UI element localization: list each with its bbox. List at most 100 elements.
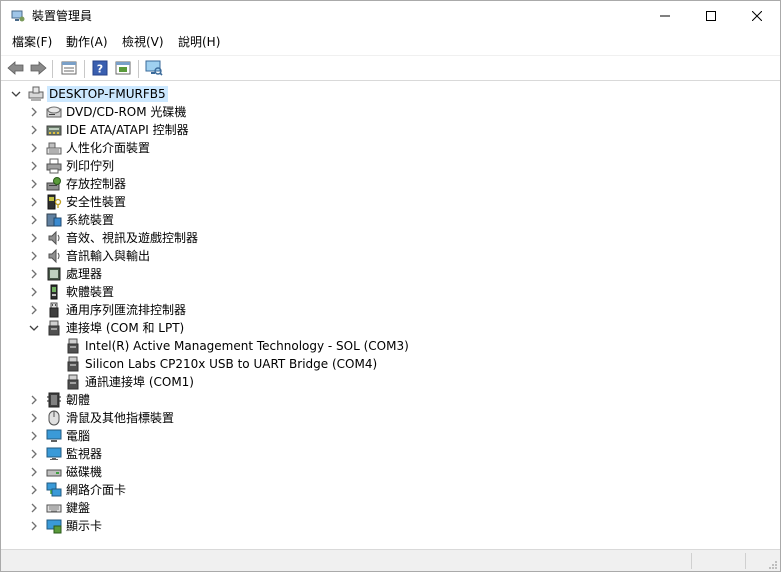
device-tree[interactable]: DESKTOP-FMURFB5 DVD/CD-ROM 光碟機 IDE ATA/AT… — [1, 83, 780, 547]
toolbar-separator — [84, 60, 85, 78]
chevron-right-icon[interactable] — [28, 394, 40, 406]
chevron-down-icon[interactable] — [10, 88, 22, 100]
firmware-icon — [46, 392, 62, 408]
tree-item-label: 電腦 — [66, 429, 91, 443]
tree-category-item[interactable]: 顯示卡 — [1, 517, 701, 535]
device-manager-window: 裝置管理員 檔案(F) 動作(A) 檢視(V) 說明(H) ? DESKTOP-… — [0, 0, 781, 572]
status-bar — [1, 549, 780, 571]
toolbar-separator — [138, 60, 139, 78]
tree-category-item[interactable]: 音訊輸入與輸出 — [1, 247, 701, 265]
chevron-right-icon[interactable] — [28, 178, 40, 190]
title-bar[interactable]: 裝置管理員 — [1, 1, 780, 31]
tree-item-label: 連接埠 (COM 和 LPT) — [66, 321, 185, 335]
scan-hardware-button[interactable] — [143, 58, 165, 80]
disk-drive-icon — [46, 464, 62, 480]
chevron-right-icon[interactable] — [28, 286, 40, 298]
tree-item-label: 系統裝置 — [66, 213, 115, 227]
chevron-right-icon[interactable] — [28, 448, 40, 460]
tree-category-item[interactable]: 連接埠 (COM 和 LPT) — [1, 319, 701, 337]
tree-device-item[interactable]: Intel(R) Active Management Technology - … — [1, 337, 701, 355]
chevron-right-icon[interactable] — [28, 142, 40, 154]
tree-category-item[interactable]: 電腦 — [1, 427, 701, 445]
tree-category-item[interactable]: DVD/CD-ROM 光碟機 — [1, 103, 701, 121]
minimize-button[interactable] — [642, 1, 688, 31]
tree-item-label: 顯示卡 — [66, 519, 103, 533]
scan-hardware-icon — [145, 60, 163, 79]
tree-item-label: 列印佇列 — [66, 159, 115, 173]
tree-device-item[interactable]: 通訊連接埠 (COM1) — [1, 373, 701, 391]
back-button[interactable] — [5, 58, 27, 80]
tree-root[interactable]: DESKTOP-FMURFB5 — [1, 85, 701, 103]
chevron-right-icon[interactable] — [28, 214, 40, 226]
tree-category-item[interactable]: 存放控制器 — [1, 175, 701, 193]
tree-item-label: 軟體裝置 — [66, 285, 115, 299]
tree-category-item[interactable]: 通用序列匯流排控制器 — [1, 301, 701, 319]
tree-item-label: 磁碟機 — [66, 465, 103, 479]
resize-grip-icon[interactable] — [768, 559, 778, 569]
tree-item-label: DVD/CD-ROM 光碟機 — [66, 105, 187, 119]
menu-help[interactable]: 說明(H) — [176, 35, 222, 50]
toolbar: ? — [1, 55, 780, 81]
display-adapter-icon — [46, 518, 62, 534]
status-pane — [691, 553, 745, 569]
close-button[interactable] — [734, 1, 780, 31]
tree-item-label: Intel(R) Active Management Technology - … — [85, 339, 409, 353]
chevron-right-icon[interactable] — [28, 160, 40, 172]
tree-category-item[interactable]: 列印佇列 — [1, 157, 701, 175]
tree-device-item[interactable]: Silicon Labs CP210x USB to UART Bridge (… — [1, 355, 701, 373]
properties-icon — [61, 60, 77, 79]
tree-item-label: 通用序列匯流排控制器 — [66, 303, 187, 317]
processor-icon — [46, 266, 62, 282]
tree-category-item[interactable]: 監視器 — [1, 445, 701, 463]
menu-action[interactable]: 動作(A) — [64, 35, 110, 50]
tree-category-item[interactable]: 網路介面卡 — [1, 481, 701, 499]
back-arrow-icon — [7, 60, 25, 79]
tree-category-item[interactable]: 鍵盤 — [1, 499, 701, 517]
hid-icon — [46, 140, 62, 156]
security-device-icon — [46, 194, 62, 210]
tree-category-item[interactable]: IDE ATA/ATAPI 控制器 — [1, 121, 701, 139]
chevron-right-icon[interactable] — [28, 196, 40, 208]
chevron-right-icon[interactable] — [28, 502, 40, 514]
chevron-right-icon[interactable] — [28, 304, 40, 316]
tree-category-item[interactable]: 軟體裝置 — [1, 283, 701, 301]
svg-text:?: ? — [97, 62, 103, 75]
device-manager-app-icon — [11, 9, 25, 23]
maximize-button[interactable] — [688, 1, 734, 31]
chevron-right-icon[interactable] — [28, 124, 40, 136]
chevron-right-icon[interactable] — [28, 466, 40, 478]
help-icon: ? — [92, 60, 108, 79]
chevron-right-icon[interactable] — [28, 520, 40, 532]
tree-category-item[interactable]: 系統裝置 — [1, 211, 701, 229]
properties-button[interactable] — [58, 58, 80, 80]
tree-category-item[interactable]: 處理器 — [1, 265, 701, 283]
chevron-right-icon[interactable] — [28, 430, 40, 442]
menu-file[interactable]: 檔案(F) — [10, 35, 54, 50]
tree-item-label: 人性化介面裝置 — [66, 141, 151, 155]
tree-category-item[interactable]: 滑鼠及其他指標裝置 — [1, 409, 701, 427]
forward-button[interactable] — [27, 58, 49, 80]
chevron-right-icon[interactable] — [28, 484, 40, 496]
tree-category-item[interactable]: 人性化介面裝置 — [1, 139, 701, 157]
tree-category-item[interactable]: 安全性裝置 — [1, 193, 701, 211]
update-driver-button[interactable] — [112, 58, 134, 80]
tree-item-label: IDE ATA/ATAPI 控制器 — [66, 123, 189, 137]
help-button[interactable]: ? — [89, 58, 111, 80]
tree-category-item[interactable]: 韌體 — [1, 391, 701, 409]
chevron-right-icon[interactable] — [28, 232, 40, 244]
chevron-right-icon[interactable] — [28, 106, 40, 118]
chevron-down-icon[interactable] — [28, 322, 40, 334]
chevron-right-icon[interactable] — [28, 268, 40, 280]
chevron-right-icon[interactable] — [28, 250, 40, 262]
tree-item-label: 滑鼠及其他指標裝置 — [66, 411, 175, 425]
computer-icon — [28, 86, 44, 102]
toolbar-separator — [52, 60, 53, 78]
menu-view[interactable]: 檢視(V) — [120, 35, 166, 50]
speaker-icon — [46, 230, 62, 246]
tree-category-item[interactable]: 音效、視訊及遊戲控制器 — [1, 229, 701, 247]
port-icon — [46, 320, 62, 336]
dvd-drive-icon — [46, 104, 62, 120]
keyboard-icon — [46, 500, 62, 516]
tree-category-item[interactable]: 磁碟機 — [1, 463, 701, 481]
chevron-right-icon[interactable] — [28, 412, 40, 424]
